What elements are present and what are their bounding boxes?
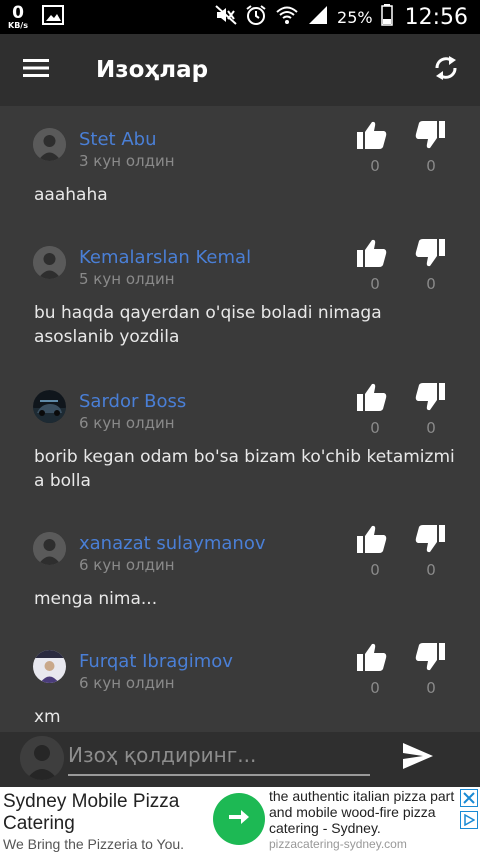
- comment-author[interactable]: Sardor Boss: [79, 391, 186, 412]
- comment-list[interactable]: Stet Abu 3 кун олдин 0 0 aaahaha Kemalar…: [0, 106, 480, 732]
- status-bar: 0 KB/s 25% 12:56: [0, 0, 480, 34]
- ad-banner[interactable]: Sydney Mobile Pizza Catering We Bring th…: [0, 787, 480, 854]
- like-button[interactable]: [355, 238, 389, 272]
- like-button[interactable]: [355, 642, 389, 676]
- like-count: 0: [370, 561, 380, 579]
- comment-text: aaahaha: [34, 185, 108, 205]
- thumbs-up-icon: [356, 382, 388, 416]
- thumbs-down-icon: [414, 524, 446, 558]
- battery-percent: 25%: [337, 7, 373, 27]
- thumbs-down-icon: [414, 642, 446, 676]
- ad-close-button[interactable]: [460, 789, 478, 807]
- like-button[interactable]: [355, 524, 389, 558]
- menu-button[interactable]: [0, 34, 72, 106]
- ad-title[interactable]: Sydney Mobile Pizza Catering: [3, 791, 208, 835]
- ad-description-line: the authentic italian pizza part: [269, 788, 455, 804]
- comment-time: 5 кун олдин: [79, 270, 175, 288]
- comment-input[interactable]: [68, 738, 370, 776]
- comment-author[interactable]: Kemalarslan Kemal: [79, 247, 251, 268]
- thumbs-up-icon: [356, 642, 388, 676]
- comment-item: Furqat Ibragimov 6 кун олдин 0 0 xm: [0, 628, 480, 732]
- like-count: 0: [370, 275, 380, 293]
- comment-text: xm: [34, 707, 61, 727]
- comment-author[interactable]: Furqat Ibragimov: [79, 651, 233, 672]
- network-speed: 0 KB/s: [8, 2, 28, 30]
- avatar[interactable]: [33, 246, 66, 279]
- send-icon: [402, 742, 434, 774]
- clock: 12:56: [404, 4, 468, 30]
- avatar[interactable]: [33, 650, 66, 683]
- ad-description-line: and mobile wood-fire pizza: [269, 804, 436, 820]
- like-count: 0: [370, 419, 380, 437]
- comment-text: bu haqda qayerdan o'qise boladi nimaga a…: [34, 303, 382, 347]
- refresh-icon: [433, 54, 459, 86]
- ad-choices-button[interactable]: [460, 811, 478, 829]
- comment-item: xanazat sulaymanov 6 кун олдин 0 0 menga…: [0, 510, 480, 628]
- network-speed-unit: KB/s: [8, 20, 28, 30]
- signal-icon: [307, 5, 329, 29]
- gallery-notification-icon: [41, 5, 64, 29]
- alarm-icon: [245, 4, 267, 30]
- wifi-icon: [275, 5, 299, 29]
- comment-author[interactable]: Stet Abu: [79, 129, 156, 150]
- ad-description: the authentic italian pizza part and mob…: [269, 788, 459, 836]
- thumbs-up-icon: [356, 120, 388, 154]
- dislike-count: 0: [426, 561, 436, 579]
- avatar[interactable]: [33, 128, 66, 161]
- refresh-button[interactable]: [416, 34, 476, 106]
- hamburger-menu-icon: [23, 58, 49, 82]
- avatar[interactable]: [33, 532, 66, 565]
- battery-icon: [380, 4, 393, 30]
- dislike-button[interactable]: [413, 524, 447, 558]
- dislike-count: 0: [426, 275, 436, 293]
- comment-item: Kemalarslan Kemal 5 кун олдин 0 0 bu haq…: [0, 224, 480, 368]
- app-bar: Изоҳлар: [0, 34, 480, 106]
- comment-text: menga nima...: [34, 589, 158, 609]
- avatar: [20, 736, 64, 780]
- comment-item: Sardor Boss 6 кун олдин 0 0 borib kegan …: [0, 368, 480, 510]
- arrow-right-icon: [228, 807, 250, 831]
- dislike-button[interactable]: [413, 120, 447, 154]
- send-button[interactable]: [398, 738, 438, 778]
- thumbs-down-icon: [414, 120, 446, 154]
- thumbs-up-icon: [356, 238, 388, 272]
- ad-url: pizzacatering-sydney.com: [269, 837, 407, 851]
- comment-item: Stet Abu 3 кун олдин 0 0 aaahaha: [0, 106, 480, 224]
- dislike-button[interactable]: [413, 238, 447, 272]
- comment-author[interactable]: xanazat sulaymanov: [79, 533, 266, 554]
- thumbs-down-icon: [414, 382, 446, 416]
- like-count: 0: [370, 679, 380, 697]
- dislike-count: 0: [426, 679, 436, 697]
- comment-text: borib kegan odam bo'sa bizam ko'chib ket…: [34, 447, 455, 491]
- close-icon: [463, 789, 475, 808]
- comment-time: 6 кун олдин: [79, 414, 175, 432]
- mute-icon: [215, 5, 237, 29]
- comment-time: 3 кун олдин: [79, 152, 175, 170]
- ad-description-line: catering - Sydney.: [269, 820, 381, 836]
- dislike-button[interactable]: [413, 382, 447, 416]
- page-title: Изоҳлар: [96, 57, 209, 83]
- dislike-count: 0: [426, 157, 436, 175]
- ad-subtitle: We Bring the Pizzeria to You.: [3, 836, 185, 852]
- comment-input-bar: [0, 732, 480, 787]
- avatar[interactable]: [33, 390, 66, 423]
- thumbs-up-icon: [356, 524, 388, 558]
- comment-time: 6 кун олдин: [79, 556, 175, 574]
- comment-time: 6 кун олдин: [79, 674, 175, 692]
- like-count: 0: [370, 157, 380, 175]
- ad-open-button[interactable]: [213, 793, 265, 845]
- like-button[interactable]: [355, 120, 389, 154]
- network-speed-value: 0: [12, 2, 24, 23]
- ad-choices-icon: [463, 811, 476, 830]
- dislike-count: 0: [426, 419, 436, 437]
- dislike-button[interactable]: [413, 642, 447, 676]
- like-button[interactable]: [355, 382, 389, 416]
- thumbs-down-icon: [414, 238, 446, 272]
